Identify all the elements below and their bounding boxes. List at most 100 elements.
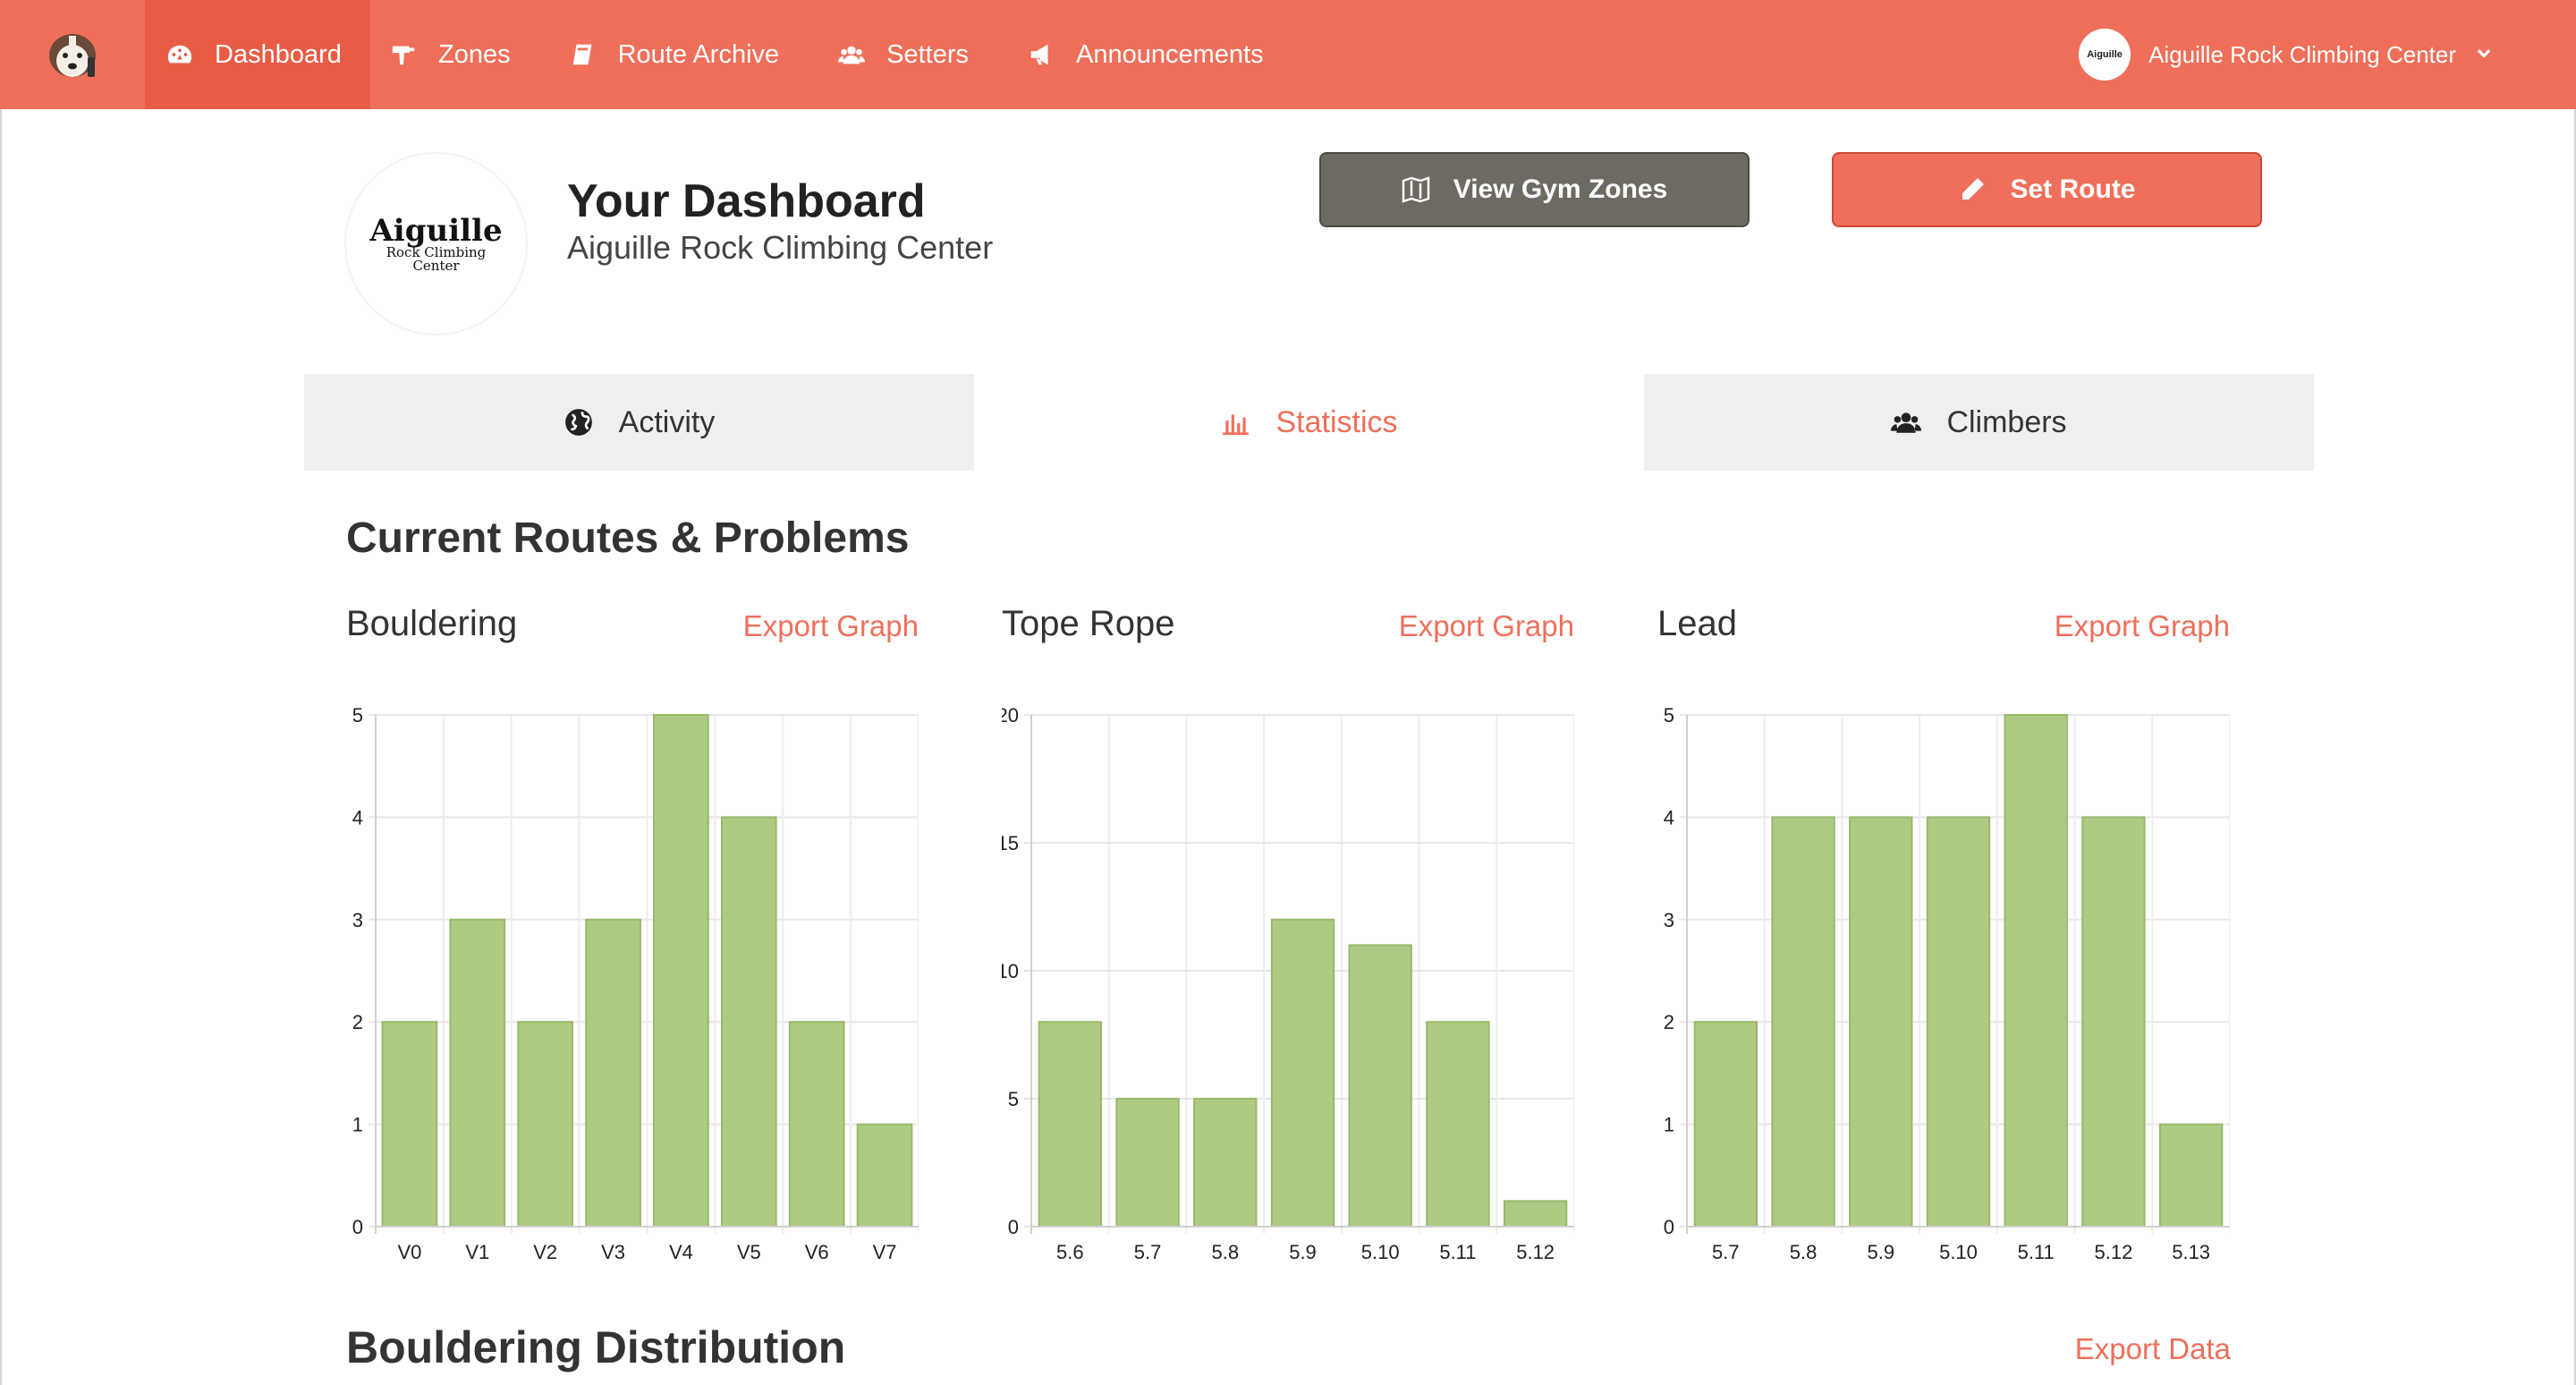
export-graph-link[interactable]: Export Graph xyxy=(1399,609,1574,643)
chart-canvas: 0 1 2 3 4 5 5.7 5.8 5.9 5.10 5.11 5.12 5.13 xyxy=(1664,704,2230,1263)
x-tick-label: V0 xyxy=(397,1241,421,1263)
dashboard-icon xyxy=(167,45,192,64)
chart-title: Tope Rope xyxy=(1002,604,1175,643)
chart-bar xyxy=(1426,1021,1490,1228)
x-tick-label: 5.12 xyxy=(1516,1241,1555,1263)
set-route-label: Set Route xyxy=(2010,174,2136,204)
account-name: Aiguille Rock Climbing Center xyxy=(2148,40,2456,68)
dog-logo-icon xyxy=(49,34,96,77)
chart-bar xyxy=(585,918,641,1228)
brand-logo[interactable] xyxy=(0,0,145,109)
megaphone-icon xyxy=(1030,44,1048,65)
y-tick-label: 3 xyxy=(1664,909,1674,931)
chart-bar xyxy=(1771,816,1835,1228)
chart-bar xyxy=(517,1021,574,1228)
y-tick-label: 15 xyxy=(1002,832,1019,854)
chevron-down-icon xyxy=(2477,49,2491,58)
section-title: Current Routes & Problems xyxy=(346,514,910,562)
x-tick-label: 5.6 xyxy=(1056,1241,1084,1263)
nav-item-label: Dashboard xyxy=(215,39,342,69)
tab-activity[interactable]: Activity xyxy=(304,374,974,471)
x-tick-label: 5.13 xyxy=(2172,1241,2210,1263)
nav-item-route-archive[interactable]: Route Archive xyxy=(550,0,819,109)
tab-climbers[interactable]: Climbers xyxy=(1644,374,2314,471)
x-tick-label: V6 xyxy=(805,1241,829,1263)
chart-bar xyxy=(1849,816,1913,1228)
nav-item-dashboard[interactable]: Dashboard xyxy=(145,0,370,109)
bar-chart-icon xyxy=(1223,414,1250,436)
tab-label: Statistics xyxy=(1275,404,1398,439)
nav-item-label: Setters xyxy=(886,39,970,69)
gym-logo: Aiguille Rock Climbing Center xyxy=(344,152,528,336)
view-gym-zones-label: View Gym Zones xyxy=(1453,174,1668,204)
tab-label: Climbers xyxy=(1946,404,2067,439)
map-icon xyxy=(1402,176,1429,203)
view-gym-zones-button[interactable]: View Gym Zones xyxy=(1319,152,1750,227)
chart-canvas: 0 5 10 15 20 5.6 5.7 5.8 5.9 5.10 5.11 5.12 xyxy=(1002,704,1574,1263)
chart-bar xyxy=(449,918,506,1228)
x-tick-label: 5.9 xyxy=(1289,1241,1317,1263)
chart-title: Lead xyxy=(1657,604,1737,643)
chart-bar xyxy=(788,1021,845,1228)
x-tick-label: V2 xyxy=(533,1241,557,1263)
top-navbar: Dashboard Zones Route Archive Setters An… xyxy=(0,0,2576,109)
x-tick-label: V5 xyxy=(737,1241,761,1263)
chart-bar xyxy=(856,1123,913,1228)
y-tick-label: 5 xyxy=(1008,1088,1019,1110)
chart-bar xyxy=(1038,1021,1103,1228)
x-tick-label: 5.12 xyxy=(2095,1241,2133,1263)
tab-statistics[interactable]: Statistics xyxy=(974,374,1644,471)
y-tick-label: 0 xyxy=(352,1216,363,1238)
chart-bar xyxy=(1926,816,1991,1228)
chart-bar xyxy=(1115,1098,1180,1228)
x-tick-label: 5.10 xyxy=(1939,1241,1978,1263)
chart-bar xyxy=(1348,944,1412,1228)
x-tick-label: V3 xyxy=(601,1241,625,1263)
window-left-edge xyxy=(0,109,2,1385)
chart-bar xyxy=(2081,816,2146,1228)
book-icon xyxy=(572,44,591,65)
y-tick-label: 4 xyxy=(352,806,363,828)
set-route-button[interactable]: Set Route xyxy=(1832,152,2262,227)
nav-item-setters[interactable]: Setters xyxy=(818,0,1008,109)
x-tick-label: 5.7 xyxy=(1134,1241,1162,1263)
chart-bar xyxy=(1193,1098,1258,1228)
export-graph-link[interactable]: Export Graph xyxy=(2055,609,2230,643)
account-menu[interactable]: Aiguille Aiguille Rock Climbing Center xyxy=(2079,0,2494,109)
y-tick-label: 1 xyxy=(352,1114,363,1136)
chart-bar xyxy=(1503,1200,1568,1228)
chart-bar xyxy=(381,1021,438,1228)
nav-item-announcements[interactable]: Announcements xyxy=(1008,0,1303,109)
tab-label: Activity xyxy=(618,404,716,439)
nav-item-label: Announcements xyxy=(1076,39,1264,69)
y-tick-label: 2 xyxy=(1664,1011,1674,1033)
chart-bar xyxy=(1693,1021,1758,1228)
export-graph-link[interactable]: Export Graph xyxy=(743,609,919,643)
x-tick-label: 5.8 xyxy=(1790,1241,1818,1263)
logo-main-text: Aiguille xyxy=(369,212,503,249)
x-tick-label: V1 xyxy=(465,1241,489,1263)
lead-chart: Lead Export Graph 0 1 2 3 4 5 5.7 5.8 5.9 5.10 5.1… xyxy=(1657,604,2230,1266)
x-tick-label: 5.7 xyxy=(1712,1241,1740,1263)
chart-bar xyxy=(653,714,709,1228)
x-tick-label: 5.10 xyxy=(1361,1241,1400,1263)
chart-bar xyxy=(1270,918,1335,1228)
y-tick-label: 0 xyxy=(1664,1216,1674,1238)
x-tick-label: 5.8 xyxy=(1211,1241,1239,1263)
x-tick-label: 5.11 xyxy=(1439,1241,1476,1263)
chart-title: Bouldering xyxy=(346,604,518,643)
y-tick-label: 5 xyxy=(1664,704,1674,726)
logo-sub-text-2: Center xyxy=(412,257,460,274)
users-icon xyxy=(1891,412,1922,433)
nav-item-label: Route Archive xyxy=(617,39,780,69)
account-avatar: Aiguille xyxy=(2079,29,2131,81)
users-icon xyxy=(838,46,866,64)
nav-item-zones[interactable]: Zones xyxy=(370,0,550,109)
x-tick-label: V4 xyxy=(669,1241,693,1263)
y-tick-label: 0 xyxy=(1008,1216,1019,1238)
pencil-icon xyxy=(1962,178,1985,200)
nav-item-label: Zones xyxy=(438,39,511,69)
globe-icon xyxy=(564,409,592,436)
export-data-link[interactable]: Export Data xyxy=(2075,1332,2231,1366)
x-tick-label: 5.9 xyxy=(1867,1241,1894,1263)
